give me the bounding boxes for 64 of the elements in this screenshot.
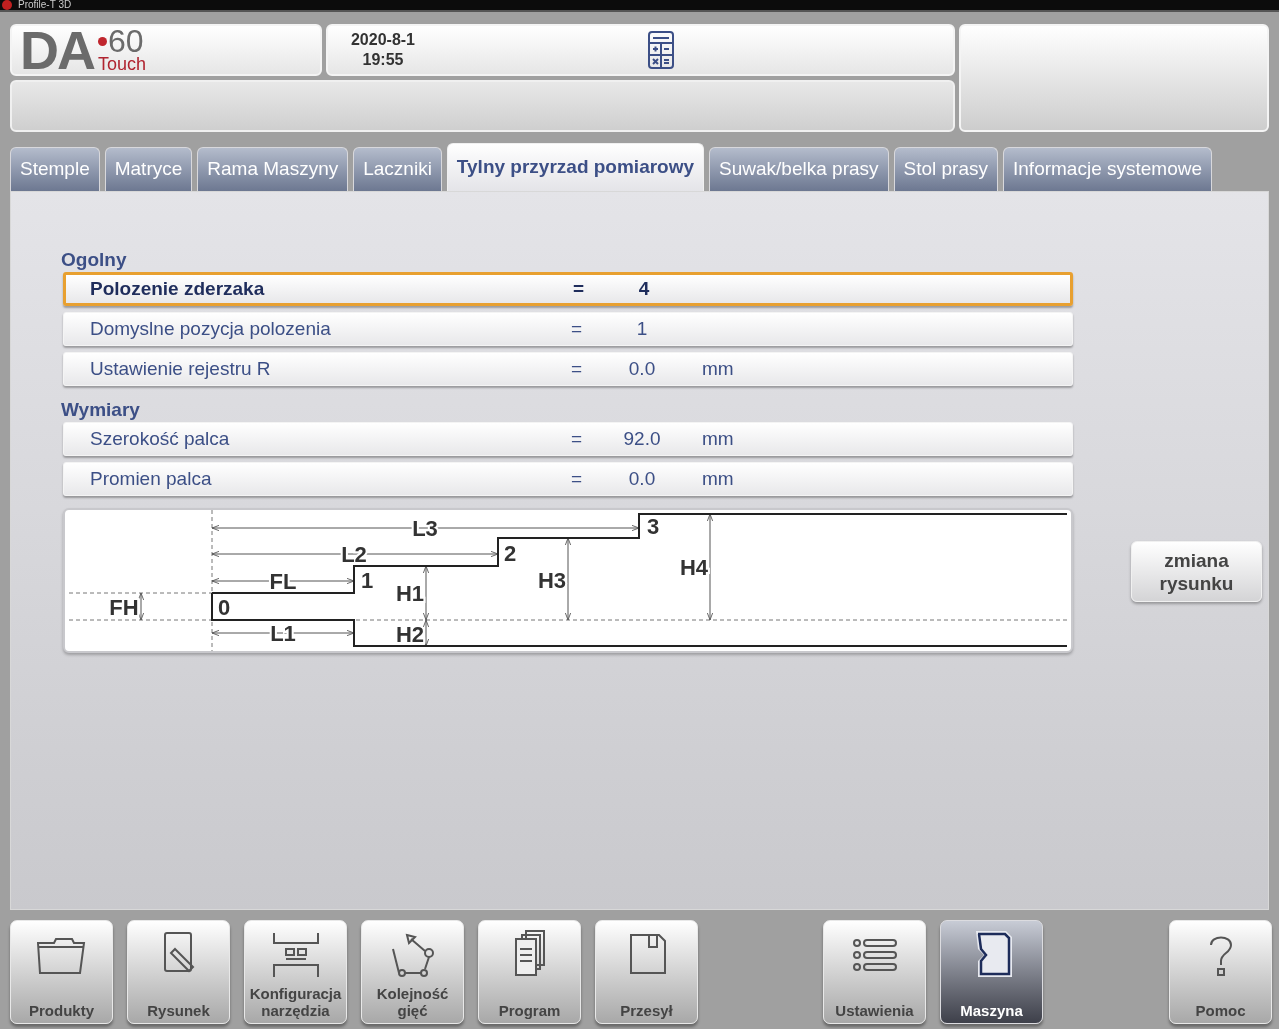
dimension-label: 0 [218, 594, 231, 620]
equals-sign: = [571, 356, 584, 381]
toolbar-button[interactable]: Ustawienia [823, 920, 926, 1024]
logo-model: 60 [108, 27, 144, 55]
unit-label: mm [702, 466, 734, 491]
parameter-row[interactable]: Polozenie zderzaka = 4 [63, 272, 1073, 306]
toolbar-button[interactable]: Przesył [595, 920, 698, 1024]
logo-edition: Touch [98, 55, 147, 73]
dimension-label: H3 [537, 567, 567, 593]
change-drawing-button[interactable]: zmiana rysunku [1131, 541, 1262, 602]
dimension-label: FL [269, 568, 297, 594]
dimension-label: L1 [270, 620, 296, 646]
dimension-label: 3 [647, 513, 660, 539]
parameter-label: Promien palca [89, 466, 213, 491]
app-icon [2, 0, 12, 10]
window-title: Profile-T 3D [18, 0, 72, 10]
parameter-value: 0.0 [627, 466, 657, 491]
parameter-label: Domyslne pozycja polozenia [89, 316, 332, 341]
dimension-label: L2 [341, 541, 367, 567]
equals-sign: = [571, 316, 584, 341]
dimension-label: FH [109, 594, 139, 620]
calculator-icon[interactable] [648, 31, 674, 69]
tab[interactable]: Rama Maszyny [197, 147, 349, 191]
toolbar-button[interactable]: Rysunek [127, 920, 230, 1024]
parameter-row[interactable]: Szerokość palca = 92.0 mm [63, 422, 1073, 456]
equals-sign: = [571, 426, 584, 451]
toolbar-button[interactable]: Konfiguracja narzędzia [244, 920, 347, 1024]
dimension-label: H1 [395, 580, 425, 606]
dimension-label: 2 [504, 540, 517, 566]
date-text: 2020-8-1 [350, 30, 415, 50]
tab[interactable]: Matryce [104, 147, 193, 191]
unit-label: mm [702, 356, 734, 381]
tab[interactable]: Laczniki [353, 147, 442, 191]
equals-sign: = [571, 466, 584, 491]
unit-label: mm [702, 426, 734, 451]
toolbar-button[interactable]: Pomoc [1169, 920, 1272, 1024]
toolbar-button[interactable]: Produkty [10, 920, 113, 1024]
parameter-value: 0.0 [627, 356, 657, 381]
tab[interactable]: Stemple [10, 147, 100, 191]
section-title: Wymiary [61, 398, 141, 422]
tab[interactable]: Informacje systemowe [1003, 147, 1213, 191]
parameter-row[interactable]: Domyslne pozycja polozenia = 1 [63, 312, 1073, 346]
parameter-label: Polozenie zderzaka [89, 276, 266, 301]
parameter-label: Ustawienie rejestru R [89, 356, 272, 381]
toolbar-button[interactable]: Program [478, 920, 581, 1024]
dimension-label: 1 [361, 567, 374, 593]
parameter-value: 92.0 [622, 426, 662, 451]
dimension-label: L3 [412, 515, 438, 541]
tab[interactable]: Suwak/belka prasy [709, 147, 889, 191]
dimension-label: H2 [395, 621, 425, 647]
section-title: Ogolny [61, 248, 128, 272]
parameter-value: 4 [637, 276, 651, 301]
time-text: 19:55 [362, 50, 404, 70]
tab[interactable]: Stol prasy [893, 147, 998, 191]
parameter-value: 1 [635, 316, 649, 341]
logo-letters: DA [20, 27, 94, 73]
tab[interactable]: Tylny przyrzad pomiarowy [446, 143, 705, 191]
parameter-label: Szerokość palca [89, 426, 231, 451]
dimension-label: H4 [679, 554, 709, 580]
equals-sign: = [573, 276, 586, 301]
toolbar-button[interactable]: Maszyna [940, 920, 1043, 1024]
parameter-row[interactable]: Promien palca = 0.0 mm [63, 462, 1073, 496]
parameter-row[interactable]: Ustawienie rejestru R = 0.0 mm [63, 352, 1073, 386]
toolbar-button[interactable]: Kolejność gięć [361, 920, 464, 1024]
